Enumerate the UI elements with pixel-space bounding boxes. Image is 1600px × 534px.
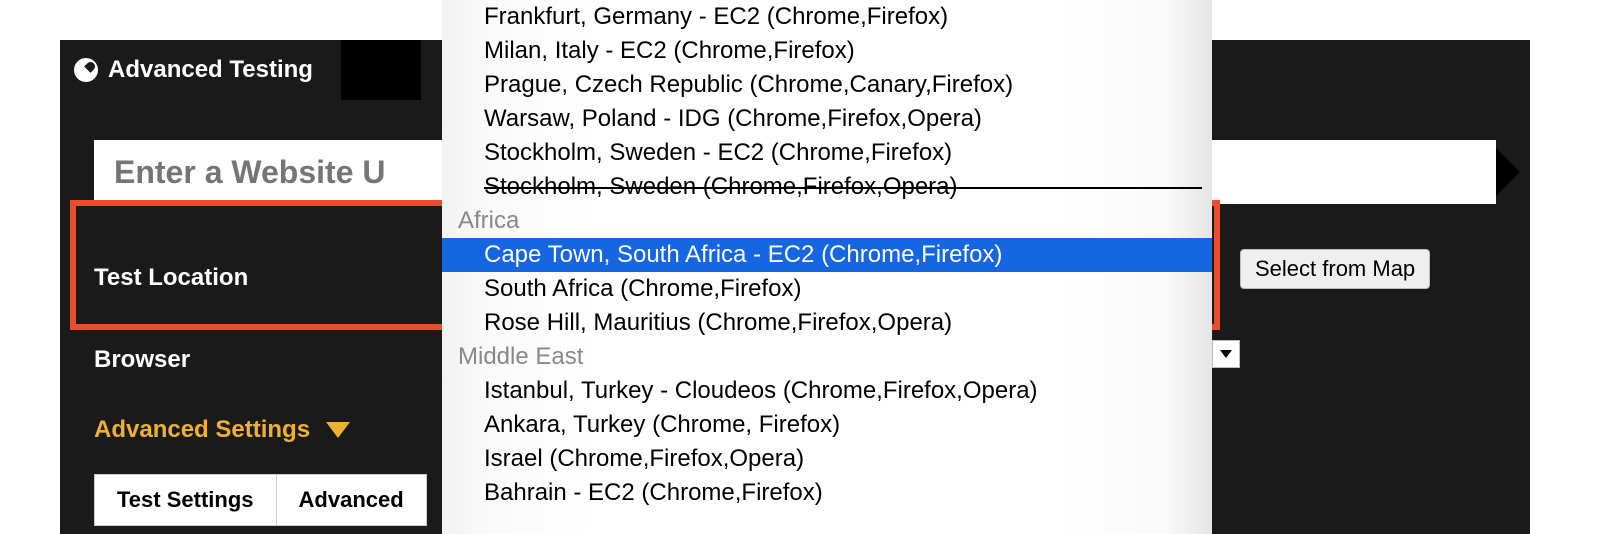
tab-advanced[interactable]: Advanced (277, 474, 427, 526)
location-option[interactable]: South Africa (Chrome,Firefox) (442, 272, 1212, 306)
location-option[interactable]: Warsaw, Poland - IDG (Chrome,Firefox,Ope… (442, 102, 1212, 136)
tab-label: Advanced Testing (108, 56, 313, 84)
browser-select-chevron[interactable] (1212, 340, 1240, 368)
tab-inactive[interactable] (341, 40, 421, 100)
gauge-icon (74, 58, 98, 82)
chevron-down-icon (1220, 350, 1232, 358)
location-option[interactable]: Bahrain - EC2 (Chrome,Firefox) (442, 476, 1212, 510)
location-group-header: Africa (442, 204, 1212, 238)
location-option[interactable]: Prague, Czech Republic (Chrome,Canary,Fi… (442, 68, 1212, 102)
advanced-settings-label: Advanced Settings (94, 416, 310, 444)
location-group-header: Middle East (442, 340, 1212, 374)
location-option[interactable]: Stockholm, Sweden - EC2 (Chrome,Firefox) (442, 136, 1212, 170)
location-option[interactable]: Stockholm, Sweden (Chrome,Firefox,Opera) (442, 170, 1212, 204)
submit-arrow-icon[interactable] (1496, 148, 1520, 196)
select-from-map-button[interactable]: Select from Map (1240, 249, 1430, 289)
chevron-down-icon (326, 422, 350, 438)
tab-advanced-testing[interactable]: Advanced Testing (60, 40, 341, 100)
tab-test-settings[interactable]: Test Settings (94, 474, 277, 526)
location-option[interactable]: Israel (Chrome,Firefox,Opera) (442, 442, 1212, 476)
location-option[interactable]: Cape Town, South Africa - EC2 (Chrome,Fi… (442, 238, 1212, 272)
location-option[interactable]: Frankfurt, Germany - EC2 (Chrome,Firefox… (442, 0, 1212, 34)
location-option[interactable]: Milan, Italy - EC2 (Chrome,Firefox) (442, 34, 1212, 68)
location-option[interactable]: Rose Hill, Mauritius (Chrome,Firefox,Ope… (442, 306, 1212, 340)
location-option[interactable]: Istanbul, Turkey - Cloudeos (Chrome,Fire… (442, 374, 1212, 408)
location-option[interactable]: Ankara, Turkey (Chrome, Firefox) (442, 408, 1212, 442)
location-dropdown[interactable]: Amsterdam, NL - GCE (Chrome,Firefox)Fran… (442, 0, 1212, 534)
